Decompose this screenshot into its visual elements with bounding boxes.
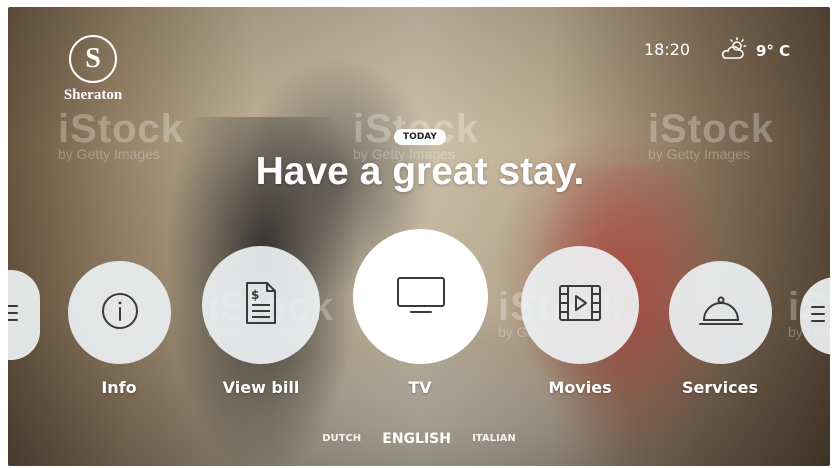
- hotel-tv-home-screen: iStockby Getty Images iStockby Getty Ima…: [8, 7, 830, 466]
- tv-icon: [395, 275, 447, 319]
- bill-icon: $: [244, 280, 278, 330]
- menu-label-view-bill: View bill: [222, 378, 300, 397]
- language-english[interactable]: ENGLISH: [382, 431, 451, 447]
- menu-item-view-bill[interactable]: $: [202, 246, 320, 364]
- menu-label-tv: TV: [408, 378, 432, 397]
- sheraton-seal-icon: S: [69, 35, 117, 83]
- film-icon: [557, 283, 603, 327]
- cloche-icon: [698, 294, 744, 332]
- welcome-headline: Have a great stay.: [255, 150, 585, 193]
- menu-item-info[interactable]: [68, 261, 171, 364]
- menu-label-info: Info: [101, 378, 137, 397]
- list-icon: [808, 301, 828, 331]
- brand-name: Sheraton: [63, 87, 123, 103]
- clock: 18:20: [644, 40, 691, 59]
- sheraton-logo: S Sheraton: [53, 35, 133, 104]
- language-selector: DUTCH ENGLISH ITALIAN: [8, 428, 830, 447]
- temperature: 9° C: [756, 42, 791, 60]
- menu-item-partial-left[interactable]: [8, 270, 40, 360]
- menu-item-services[interactable]: [669, 261, 772, 364]
- weather-widget: 9° C: [720, 37, 790, 65]
- menu-item-movies[interactable]: [521, 246, 639, 364]
- list-icon: [8, 300, 21, 330]
- info-icon: [100, 291, 140, 335]
- menu-item-tv[interactable]: [353, 229, 488, 364]
- svg-text:$: $: [251, 288, 259, 302]
- menu-label-movies: Movies: [548, 378, 612, 397]
- language-italian[interactable]: ITALIAN: [472, 433, 516, 444]
- today-badge: TODAY: [394, 129, 446, 145]
- menu-label-services: Services: [681, 378, 759, 397]
- language-dutch[interactable]: DUTCH: [322, 433, 361, 444]
- partly-cloudy-sun-icon: [720, 37, 750, 65]
